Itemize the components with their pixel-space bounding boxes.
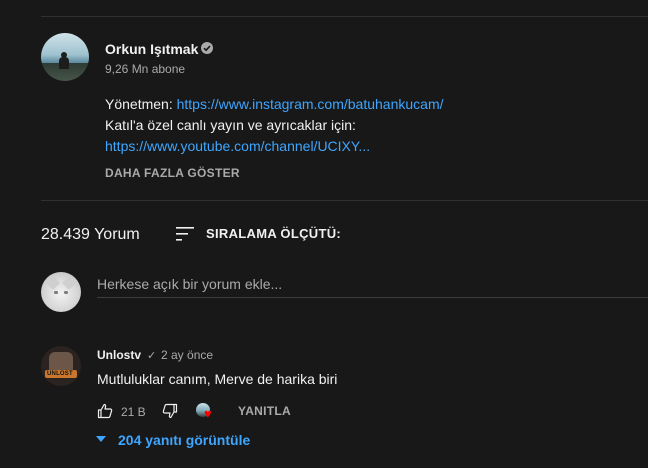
comment-timestamp[interactable]: 2 ay önce xyxy=(161,348,213,362)
add-comment-input[interactable] xyxy=(97,273,648,295)
description-prefix: Yönetmen: xyxy=(105,96,177,112)
user-avatar xyxy=(41,272,81,312)
creator-heart-icon[interactable]: ♥ xyxy=(196,402,218,422)
comment-text: Mutluluklar canım, Merve de harika biri xyxy=(97,371,338,387)
channel-name[interactable]: Orkun Işıtmak xyxy=(105,41,198,57)
subscriber-count: 9,26 Mn abone xyxy=(105,62,186,76)
sort-icon[interactable] xyxy=(176,225,196,243)
verified-check-icon xyxy=(201,42,213,54)
section-divider xyxy=(41,200,648,201)
show-more-button[interactable]: DAHA FAZLA GÖSTER xyxy=(105,166,240,180)
like-icon[interactable] xyxy=(97,403,113,419)
like-count: 21 B xyxy=(121,405,146,419)
reply-button[interactable]: YANITLA xyxy=(238,404,291,418)
channel-avatar[interactable] xyxy=(41,33,89,81)
view-replies-label: 204 yanıtı görüntüle xyxy=(118,432,251,448)
chevron-down-icon xyxy=(96,436,106,443)
comment-count: 28.439 Yorum xyxy=(41,226,140,243)
description-line-2: Katıl'a özel canlı yayın ve ayrıcaklar i… xyxy=(105,117,356,133)
view-replies-button[interactable]: 204 yanıtı görüntüle xyxy=(96,432,250,448)
top-divider xyxy=(41,16,648,17)
comment-author[interactable]: Unlostv xyxy=(97,348,141,362)
input-underline xyxy=(97,297,648,298)
commenter-avatar[interactable]: UNLOST xyxy=(41,346,81,386)
description-line-1: Yönetmen: https://www.instagram.com/batu… xyxy=(105,96,444,112)
avatar-logo-text: UNLOST xyxy=(47,371,73,377)
youtube-channel-link[interactable]: https://www.youtube.com/channel/UCIXY... xyxy=(105,138,370,154)
verified-check-icon: ✓ xyxy=(147,350,157,362)
dislike-icon[interactable] xyxy=(162,403,178,419)
instagram-link[interactable]: https://www.instagram.com/batuhankucam/ xyxy=(177,96,444,112)
sort-button[interactable]: SIRALAMA ÖLÇÜTÜ: xyxy=(206,226,341,241)
